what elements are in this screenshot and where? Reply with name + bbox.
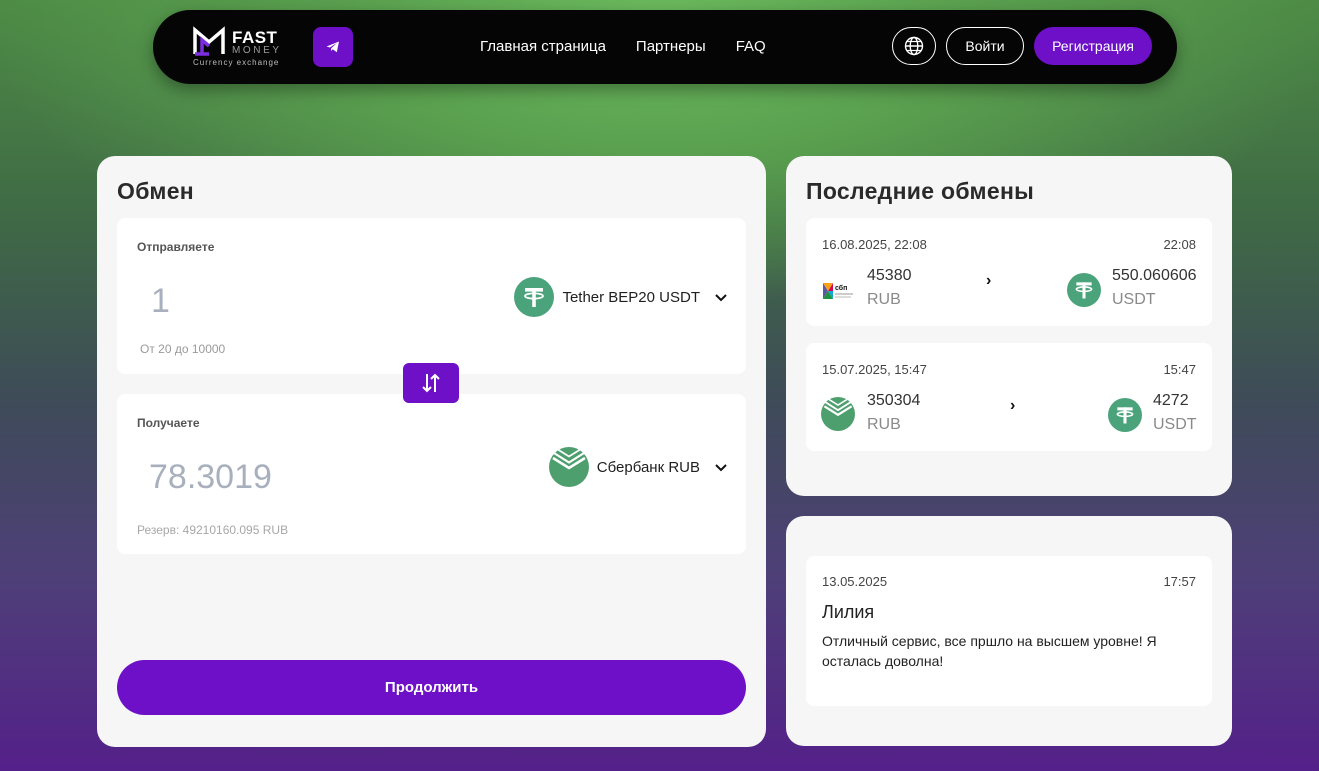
receive-label: Получаете [137, 416, 200, 430]
sberbank-icon [548, 447, 589, 487]
review-author: Лилия [822, 602, 875, 622]
arrow-right-icon: › [986, 272, 992, 289]
nav-link-home[interactable]: Главная страница [480, 38, 606, 55]
trade-to-currency: USDT [1112, 291, 1156, 308]
reserve-info: Резерв: 49210160.095 RUB [137, 523, 288, 537]
nav-link-faq[interactable]: FAQ [736, 38, 766, 55]
logo-tagline: Currency exchange [193, 58, 280, 67]
trade-to-currency: USDT [1153, 416, 1197, 433]
send-amount-input[interactable]: 1 [151, 282, 170, 321]
recent-title: Последние обмены [806, 178, 1035, 204]
receive-currency-name: Сбербанк RUB [596, 458, 700, 476]
globe-icon [904, 36, 924, 56]
logo-icon [193, 26, 225, 56]
trade-from-currency: RUB [867, 291, 901, 308]
svg-text:сбп: сбп [835, 284, 847, 292]
review-card: 13.05.2025 17:57 Лилия Отличный сервис, … [806, 556, 1212, 706]
trade-time: 15:47 [1163, 362, 1196, 377]
tether-icon [514, 277, 555, 317]
trade-from-currency: RUB [867, 416, 901, 433]
reserve-value: 49210160.095 RUB [182, 523, 289, 537]
sbp-icon: сбп [823, 283, 853, 299]
send-currency-select[interactable]: Tether BEP20 USDT [514, 277, 728, 317]
language-button[interactable] [892, 27, 936, 65]
trade-date: 16.08.2025, 22:08 [822, 237, 927, 252]
reserve-label: Резерв: [137, 523, 180, 537]
send-limit-hint: От 20 до 10000 [140, 342, 226, 356]
arrow-right-icon: › [1010, 397, 1016, 414]
swap-button[interactable] [403, 363, 459, 403]
exchange-title: Обмен [117, 178, 194, 204]
chevron-down-icon [715, 294, 727, 302]
nav-link-partners[interactable]: Партнеры [636, 38, 706, 55]
logo[interactable]: FAST MONEY Currency exchange [193, 24, 293, 70]
review-text: Отличный сервис, все пршло на высшем уро… [822, 633, 1157, 669]
chevron-down-icon [715, 464, 727, 472]
main-nav: Главная страница Партнеры FAQ [480, 38, 766, 55]
trade-from-amount: 45380 [867, 267, 912, 284]
telegram-icon [326, 41, 339, 53]
recent-exchanges-panel: Последние обмены 16.08.2025, 22:08 22:08… [786, 156, 1232, 496]
receive-amount-input[interactable]: 78.3019 [149, 458, 272, 497]
reviews-panel: 13.05.2025 17:57 Лилия Отличный сервис, … [786, 516, 1232, 746]
list-item: 15.07.2025, 15:47 15:47 350304 RUB › 427… [806, 343, 1212, 451]
sberbank-icon [821, 397, 855, 431]
send-label: Отправляете [137, 240, 215, 254]
send-currency-name: Tether BEP20 USDT [562, 288, 700, 306]
exchange-panel: Обмен Отправляете 1 Tether BEP20 USDT От… [97, 156, 766, 747]
receive-card: Получаете 78.3019 Сбербанк RUB Резерв: 4… [117, 394, 746, 554]
swap-arrows-icon [422, 373, 440, 393]
trade-date: 15.07.2025, 15:47 [822, 362, 927, 377]
trade-to-amount: 550.060606 [1112, 267, 1197, 284]
register-button[interactable]: Регистрация [1034, 27, 1152, 65]
tether-icon [1067, 273, 1101, 307]
logo-word-money: MONEY [232, 45, 282, 56]
send-card: Отправляете 1 Tether BEP20 USDT От 20 до… [117, 218, 746, 374]
review-date: 13.05.2025 [822, 574, 888, 589]
review-time: 17:57 [1163, 574, 1196, 589]
login-button[interactable]: Войти [946, 27, 1024, 65]
trade-time: 22:08 [1163, 237, 1196, 252]
tether-icon [1108, 398, 1142, 432]
trade-from-amount: 350304 [867, 392, 921, 409]
telegram-button[interactable] [313, 27, 353, 67]
receive-currency-select[interactable]: Сбербанк RUB [548, 447, 728, 487]
continue-button[interactable]: Продолжить [117, 660, 746, 715]
top-navbar: FAST MONEY Currency exchange Главная стр… [153, 10, 1177, 84]
trade-to-amount: 4272 [1153, 392, 1189, 409]
list-item: 16.08.2025, 22:08 22:08 сбп 45380 RUB › … [806, 218, 1212, 326]
